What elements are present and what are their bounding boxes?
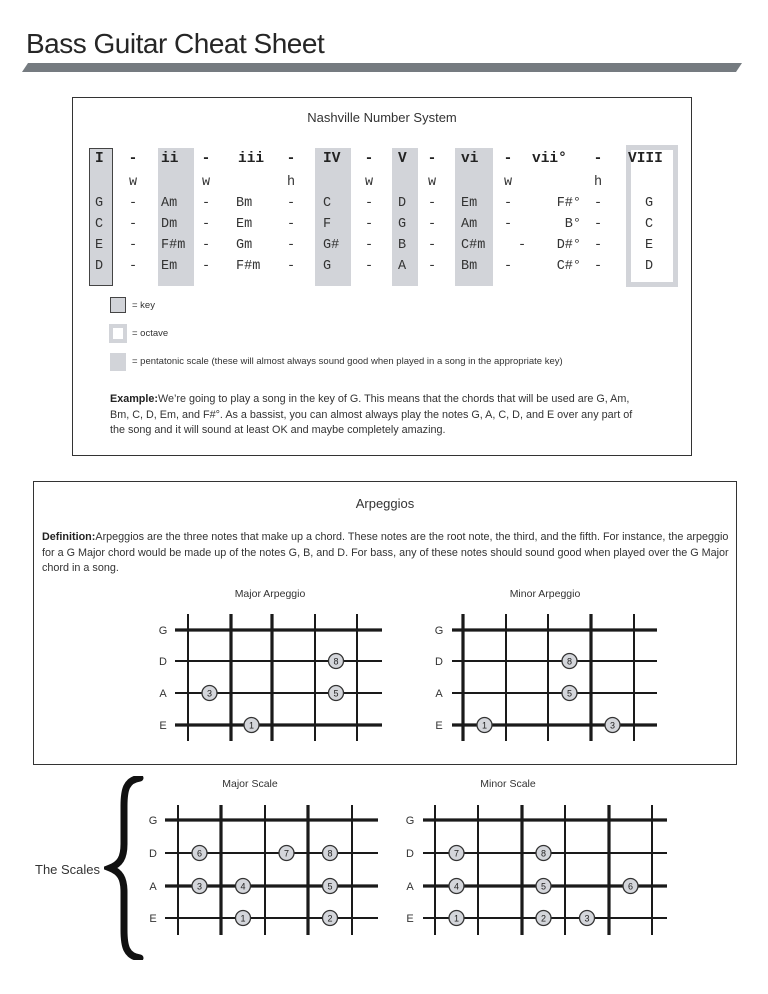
major-arpeggio-string-label: E [159, 720, 166, 732]
major-arpeggio-note-label: 1 [249, 720, 254, 730]
minor-arpeggio-string-label: A [435, 688, 443, 700]
major-scale-note-label: 2 [327, 913, 332, 923]
major-arpeggio-note-label: 5 [333, 688, 338, 698]
minor-arpeggio-note-label: 1 [482, 720, 487, 730]
minor-arpeggio-string-label: G [435, 625, 444, 637]
minor-arpeggio-note-label: 8 [567, 656, 572, 666]
major-scale-title: Major Scale [222, 778, 278, 790]
minor-scale-note-label: 4 [454, 881, 459, 891]
major-arpeggio-string-label: A [159, 688, 167, 700]
scales-label: The Scales [35, 862, 101, 877]
major-scale-note-label: 5 [327, 881, 332, 891]
minor-scale-note-label: 8 [541, 848, 546, 858]
minor-arpeggio-string-label: D [435, 656, 443, 668]
scales-brace-icon [104, 776, 144, 960]
minor-scale-note-label: 3 [584, 913, 589, 923]
major-scale-note-label: 8 [327, 848, 332, 858]
major-scale-note-label: 4 [240, 881, 245, 891]
major-scale-note-label: 1 [240, 913, 245, 923]
minor-arpeggio-string-label: E [435, 720, 442, 732]
minor-scale-string-label: E [406, 913, 413, 925]
minor-scale-string-label: A [406, 881, 414, 893]
major-arpeggio-string-label: G [159, 625, 168, 637]
minor-scale-note-label: 7 [454, 848, 459, 858]
major-scale-string-label: A [149, 881, 157, 893]
major-arpeggio-note-label: 8 [333, 656, 338, 666]
minor-scale-note-label: 2 [541, 913, 546, 923]
minor-scale-note-label: 1 [454, 913, 459, 923]
major-arpeggio-note-label: 3 [207, 688, 212, 698]
major-scale-string-label: D [149, 848, 157, 860]
minor-scale-note-label: 6 [628, 881, 633, 891]
major-arpeggio-string-label: D [159, 656, 167, 668]
major-scale-note-label: 6 [197, 848, 202, 858]
minor-scale-string-label: G [406, 815, 415, 827]
minor-scale-string-label: D [406, 848, 414, 860]
major-scale-note-label: 3 [197, 881, 202, 891]
major-scale-string-label: G [149, 815, 158, 827]
minor-arpeggio-note-label: 5 [567, 688, 572, 698]
major-scale-note-label: 7 [284, 848, 289, 858]
minor-arpeggio-note-label: 3 [610, 720, 615, 730]
major-scale-string-label: E [149, 913, 156, 925]
minor-scale-note-label: 5 [541, 881, 546, 891]
minor-scale-title: Minor Scale [480, 778, 536, 790]
